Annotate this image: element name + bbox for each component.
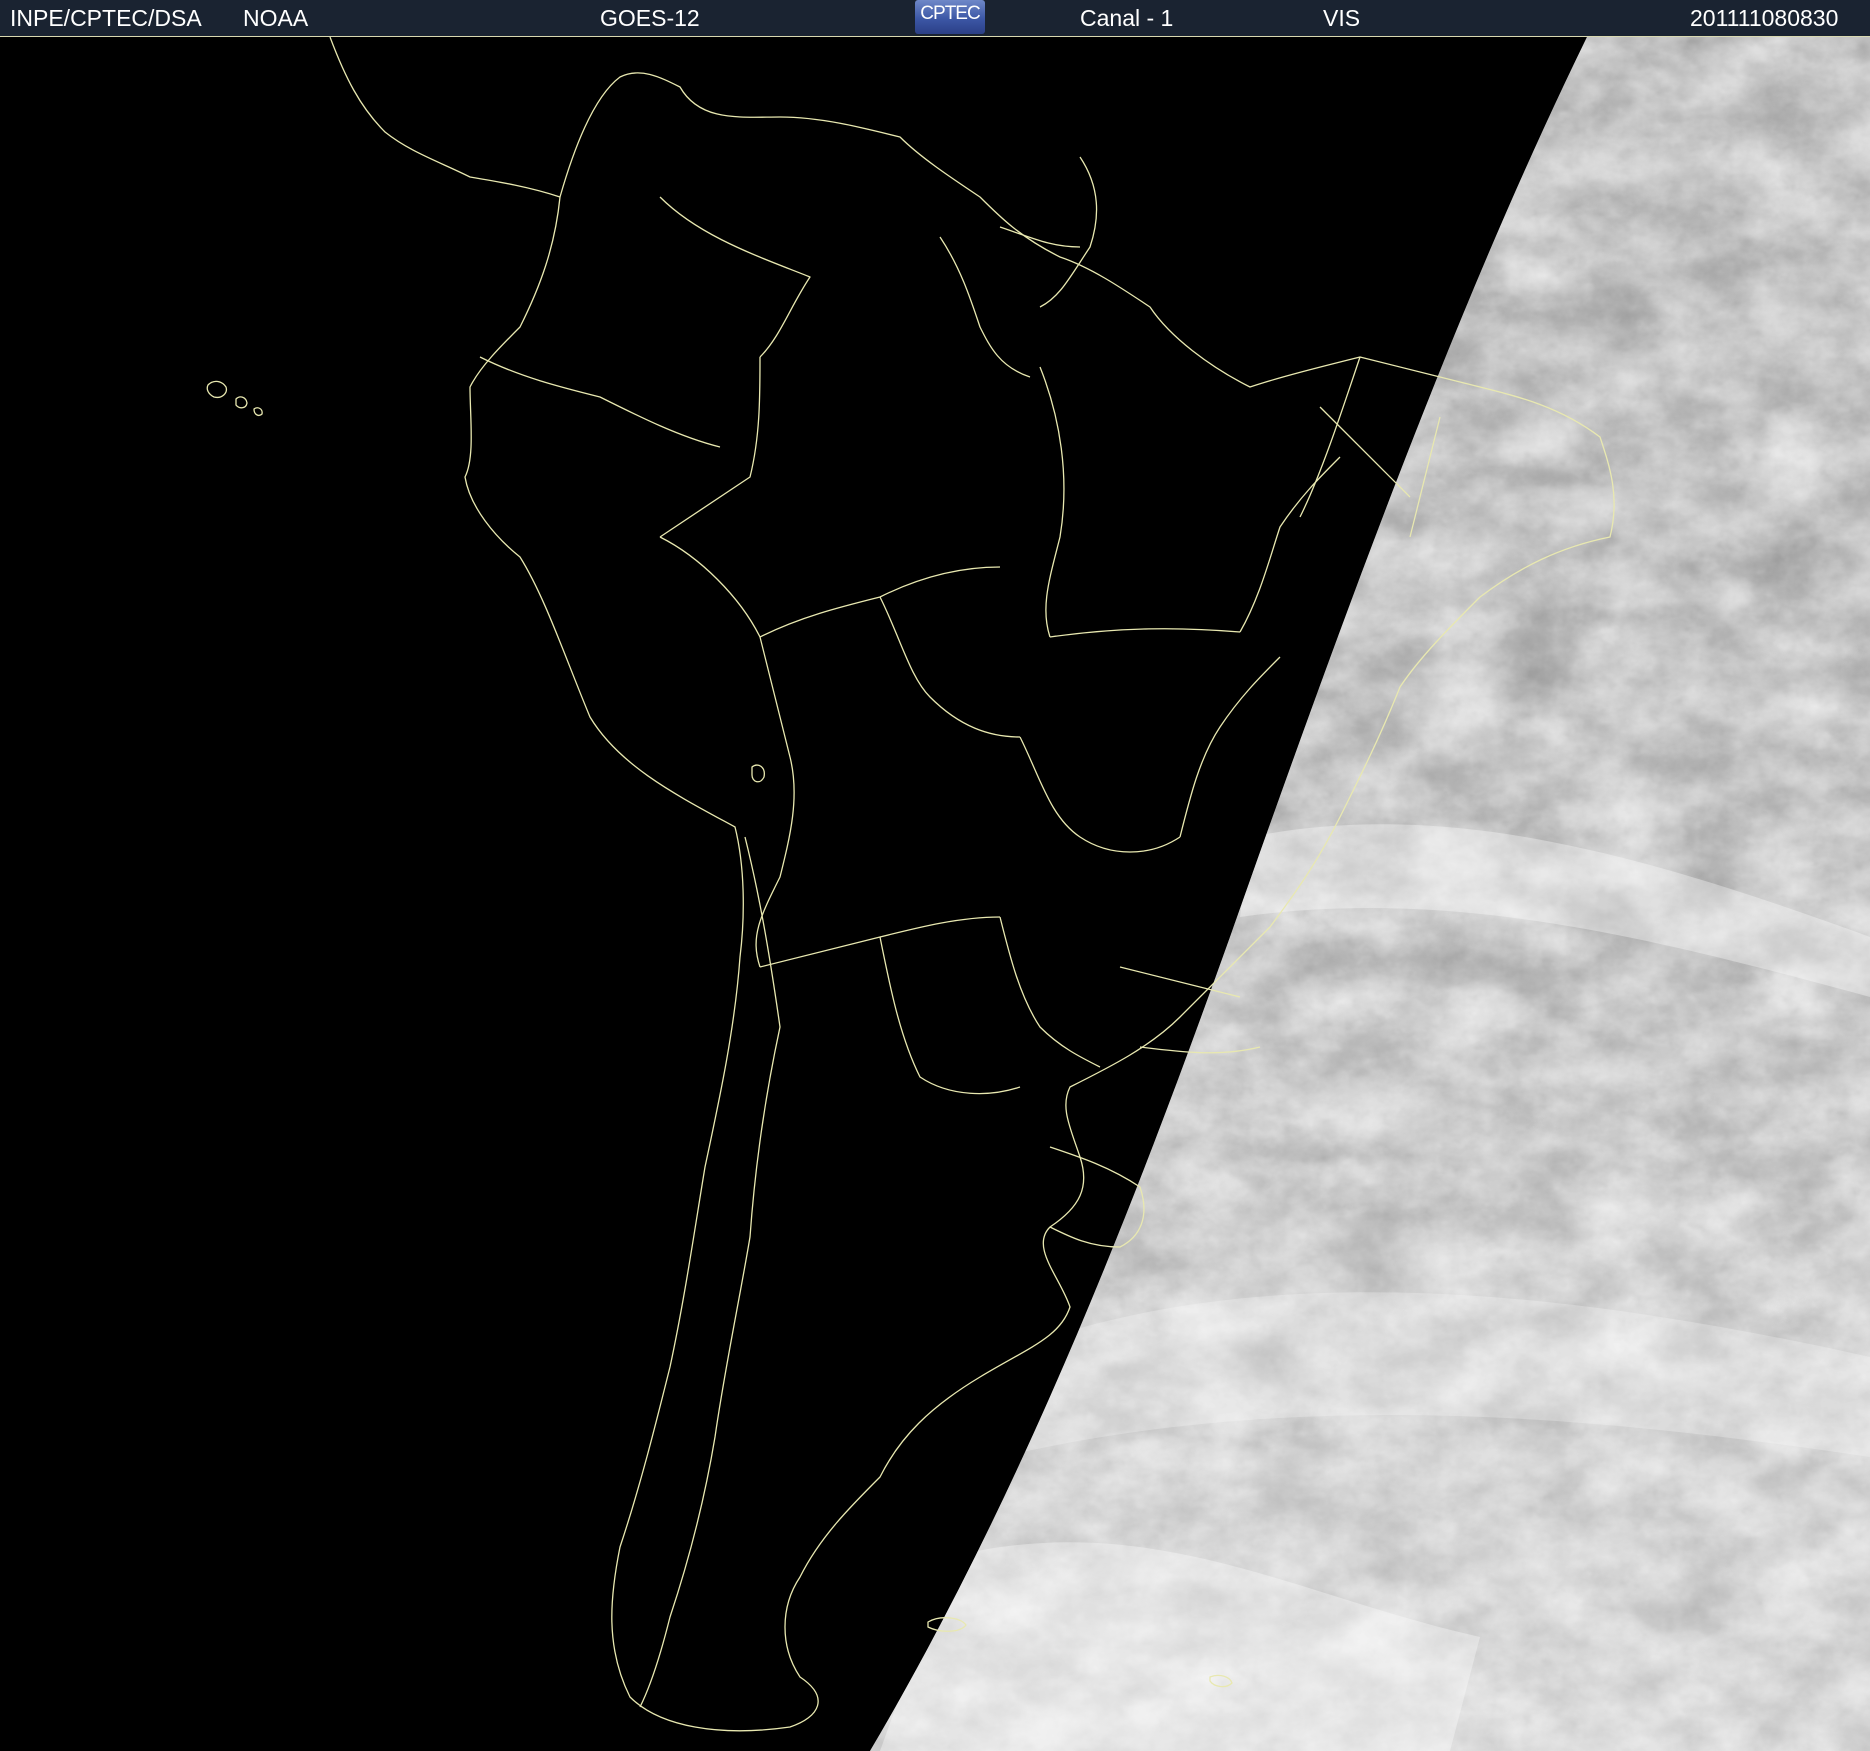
timestamp-label: 201111080830: [1690, 5, 1839, 31]
channel-label: Canal - 1: [1080, 5, 1174, 31]
cptec-logo-text: CPTEC: [920, 3, 980, 24]
satellite-label: GOES-12: [600, 5, 700, 31]
image-header-bar: INPE/CPTEC/DSA NOAA GOES-12 CPTEC Canal …: [0, 0, 1870, 36]
agency-label: NOAA: [243, 5, 309, 31]
source-label: INPE/CPTEC/DSA: [10, 5, 202, 31]
satellite-map: [0, 36, 1870, 1751]
satellite-image-svg: [0, 37, 1870, 1751]
band-label: VIS: [1323, 5, 1361, 31]
cptec-logo: CPTEC: [915, 0, 985, 34]
